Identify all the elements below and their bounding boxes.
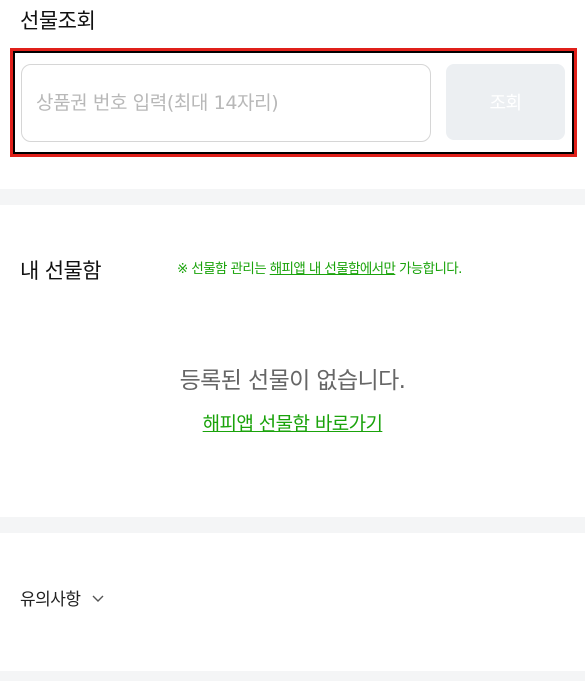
voucher-number-input[interactable] [21, 64, 431, 142]
app-link-wrapper: 해피앱 선물함 바로가기 [0, 409, 585, 436]
section-divider [0, 517, 585, 533]
notice-link[interactable]: 해피앱 내 선물함에서만 [270, 261, 396, 277]
happy-app-gift-box-link[interactable]: 해피앱 선물함 바로가기 [203, 413, 383, 435]
section-divider [0, 189, 585, 205]
notes-label: 유의사항 [20, 590, 81, 610]
empty-message: 등록된 선물이 없습니다. [179, 368, 406, 394]
chevron-down-icon [92, 595, 104, 602]
page-title: 선물조회 [20, 9, 96, 33]
gift-box-title: 내 선물함 [20, 259, 102, 283]
gift-box-notice: ※ 선물함 관리는 해피앱 내 선물함에서만 가능합니다. [177, 257, 462, 277]
section-divider [0, 671, 585, 681]
notes-toggle[interactable]: 유의사항 [20, 585, 105, 610]
notice-suffix: 가능합니다. [395, 261, 462, 277]
notice-prefix: ※ 선물함 관리는 [177, 261, 270, 277]
search-button[interactable]: 조회 [446, 64, 565, 140]
